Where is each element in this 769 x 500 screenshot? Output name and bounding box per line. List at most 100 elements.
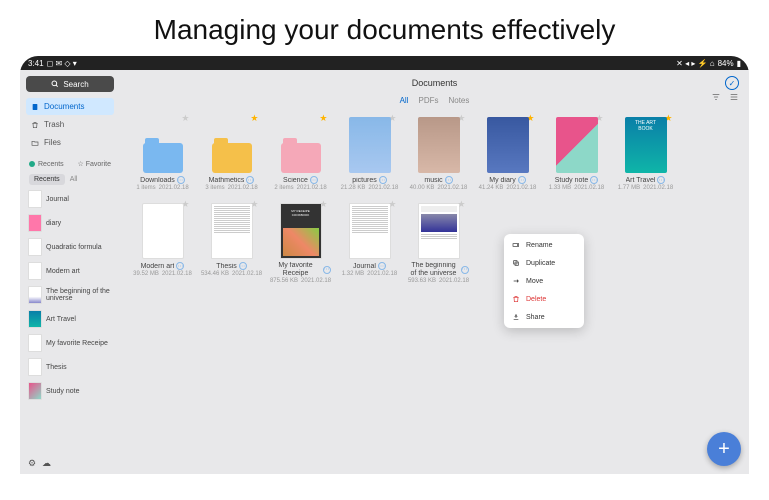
doc-name: Mathmetics [209,177,245,184]
recent-item[interactable]: Study note [26,379,114,403]
doc-name-row: My favorite Receipe ⋯ [268,262,333,277]
doc-name: Study note [555,177,588,184]
more-button[interactable]: ⋯ [461,266,469,274]
more-button[interactable]: ⋯ [176,262,184,270]
doc-card[interactable]: ★ Thesis ⋯ 534.46 KB 2021.02.18 [199,199,264,284]
doc-card[interactable]: ★ The beginning of the universe ⋯ 593.63… [406,199,471,284]
doc-card[interactable]: ★ Modern art ⋯ 39.52 MB 2021.02.18 [130,199,195,284]
search-icon [51,80,59,88]
doc-name-row: Modern art ⋯ [130,262,195,270]
more-button[interactable]: ⋯ [239,262,247,270]
cloud-icon[interactable]: ☁ [42,458,52,468]
doc-size: 1 items [136,185,155,191]
recent-item[interactable]: Journal [26,187,114,211]
doc-size: 1.33 MB [549,185,571,191]
trash-icon [31,121,39,129]
recent-item[interactable]: Thesis [26,355,114,379]
search-button[interactable]: Search [26,76,114,92]
move-icon [512,277,520,285]
doc-date: 2021.02.18 [437,185,467,191]
nav-trash[interactable]: Trash [26,116,114,133]
star-icon[interactable]: ★ [388,199,396,210]
doc-card[interactable]: ★ Downloads ⋯ 1 items 2021.02.18 [130,113,195,191]
doc-card[interactable]: ★ Study note ⋯ 1.33 MB 2021.02.18 [544,113,609,191]
content-area: Documents ✓ All PDFs Notes ★ Downloads ⋯… [120,70,749,474]
ctx-rename[interactable]: Rename [504,236,584,254]
doc-name-row: Downloads ⋯ [130,176,195,184]
star-icon[interactable]: ★ [319,113,327,124]
star-icon[interactable]: ★ [181,113,189,124]
star-icon[interactable]: ★ [457,199,465,210]
folder-thumb [143,143,183,173]
recent-item[interactable]: The beginning of the universe [26,283,114,307]
ctx-share[interactable]: Share [504,308,584,326]
more-button[interactable]: ⋯ [590,176,598,184]
ctx-duplicate-label: Duplicate [526,260,555,267]
recent-thumb [28,334,42,352]
filter-all[interactable]: All [400,96,409,105]
doc-card[interactable]: ★ MY RECEIPE COOKBOOK My favorite Receip… [268,199,333,284]
doc-name: The beginning of the universe [409,262,459,277]
filter-pdfs[interactable]: PDFs [418,96,438,105]
doc-card[interactable]: ★ My diary ⋯ 41.24 KB 2021.02.18 [475,113,540,191]
select-mode-icon[interactable]: ✓ [725,76,739,90]
star-icon[interactable]: ★ [319,199,327,210]
nav-files[interactable]: Files [26,134,114,151]
doc-card[interactable]: ★ Science ⋯ 2 items 2021.02.18 [268,113,333,191]
star-icon[interactable]: ★ [250,199,258,210]
documents-icon [31,103,39,111]
tab-all[interactable]: All [65,174,83,185]
more-button[interactable]: ⋯ [518,176,526,184]
ctx-duplicate[interactable]: Duplicate [504,254,584,272]
more-button[interactable]: ⋯ [177,176,185,184]
book-thumb [349,117,391,173]
status-bar: 3:41 ◻ ✉ ◇ ▾ ✕ ◂ ▸ ⚡ ⌂ 84% ▮ [20,56,749,70]
book-thumb [556,117,598,173]
more-button[interactable]: ⋯ [310,176,318,184]
recent-item[interactable]: Art Travel [26,307,114,331]
sort-icon[interactable] [711,92,721,102]
more-button[interactable]: ⋯ [657,176,665,184]
page-title: Documents [412,78,458,88]
doc-size: 534.46 KB [201,271,229,277]
doc-date: 2021.02.18 [301,278,331,284]
book-thumb [142,203,184,259]
book-thumb: THE ART BOOK [625,117,667,173]
filter-notes[interactable]: Notes [448,96,469,105]
more-button[interactable]: ⋯ [378,262,386,270]
list-view-icon[interactable] [729,92,739,102]
recent-name: Thesis [46,364,67,371]
recent-name: diary [46,220,61,227]
recent-item[interactable]: My favorite Receipe [26,331,114,355]
tab-recents[interactable]: Recents [29,174,65,185]
more-button[interactable]: ⋯ [445,176,453,184]
doc-size: 593.63 KB [408,278,436,284]
doc-name: Journal [353,263,376,270]
more-button[interactable]: ⋯ [246,176,254,184]
recent-item[interactable]: Modern art [26,259,114,283]
doc-card[interactable]: ★ music ⋯ 40.00 KB 2021.02.18 [406,113,471,191]
ctx-share-label: Share [526,314,545,321]
star-icon[interactable]: ★ [250,113,258,124]
recent-item[interactable]: Quadratic formula [26,235,114,259]
favorite-toggle[interactable]: ☆ Favorite [77,160,111,168]
recents-label[interactable]: Recents [38,161,64,168]
more-button[interactable]: ⋯ [379,176,387,184]
doc-name-row: pictures ⋯ [337,176,402,184]
fab-add[interactable]: + [707,432,741,466]
doc-card[interactable]: ★ THE ART BOOK Art Travel ⋯ 1.77 MB 2021… [613,113,678,191]
doc-card[interactable]: ★ pictures ⋯ 21.28 KB 2021.02.18 [337,113,402,191]
settings-icon[interactable]: ⚙ [28,458,38,468]
recent-thumb [28,238,42,256]
doc-card[interactable]: ★ Mathmetics ⋯ 3 items 2021.02.18 [199,113,264,191]
more-button[interactable]: ⋯ [323,266,331,274]
ctx-move[interactable]: Move [504,272,584,290]
doc-card[interactable]: ★ Journal ⋯ 1.32 MB 2021.02.18 [337,199,402,284]
sidebar: Search Documents Trash Files Recents ☆ F… [20,70,120,474]
nav-documents[interactable]: Documents [26,98,114,115]
recent-item[interactable]: diary [26,211,114,235]
ctx-delete[interactable]: Delete [504,290,584,308]
ctx-move-label: Move [526,278,543,285]
doc-name: music [424,177,442,184]
doc-name-row: music ⋯ [406,176,471,184]
